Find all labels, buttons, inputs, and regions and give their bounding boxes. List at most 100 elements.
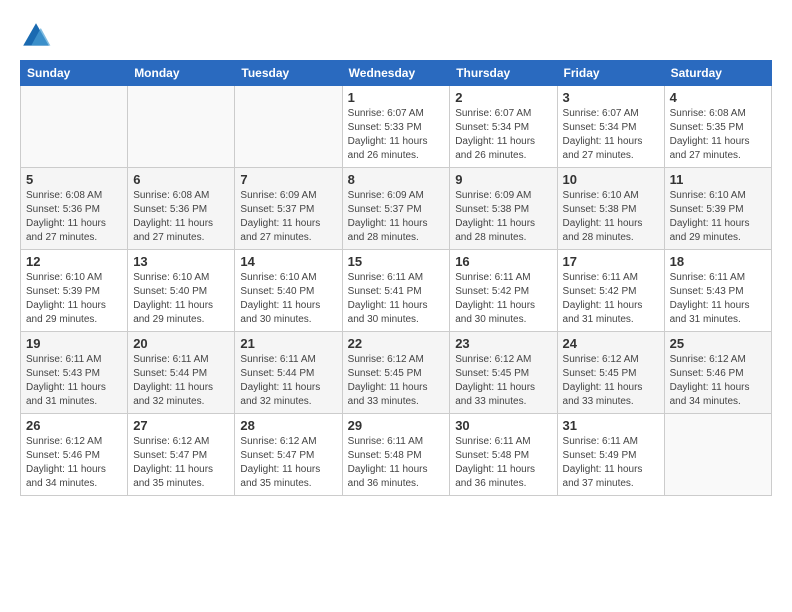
calendar-cell (21, 86, 128, 168)
day-info: Sunrise: 6:09 AMSunset: 5:37 PMDaylight:… (348, 189, 445, 245)
day-number: 18 (670, 254, 766, 269)
day-info: Sunrise: 6:11 AMSunset: 5:42 PMDaylight:… (563, 271, 659, 327)
day-info: Sunrise: 6:11 AMSunset: 5:44 PMDaylight:… (240, 353, 336, 409)
day-number: 16 (455, 254, 551, 269)
header (20, 16, 772, 52)
day-number: 13 (133, 254, 229, 269)
calendar-cell: 25Sunrise: 6:12 AMSunset: 5:46 PMDayligh… (664, 332, 771, 414)
day-number: 30 (455, 418, 551, 433)
day-info: Sunrise: 6:10 AMSunset: 5:38 PMDaylight:… (563, 189, 659, 245)
day-number: 27 (133, 418, 229, 433)
weekday-header: Saturday (664, 61, 771, 86)
day-info: Sunrise: 6:11 AMSunset: 5:43 PMDaylight:… (670, 271, 766, 327)
weekday-header: Wednesday (342, 61, 450, 86)
day-info: Sunrise: 6:10 AMSunset: 5:40 PMDaylight:… (133, 271, 229, 327)
day-info: Sunrise: 6:11 AMSunset: 5:43 PMDaylight:… (26, 353, 122, 409)
day-number: 7 (240, 172, 336, 187)
calendar-week-row: 19 Sunrise: 6:11 AMSunset: 5:43 PMDayligh… (21, 332, 772, 414)
day-number: 11 (670, 172, 766, 187)
day-number: 12 (26, 254, 122, 269)
day-number: 1 (348, 90, 445, 105)
day-info: Sunrise: 6:07 AMSunset: 5:34 PMDaylight:… (455, 107, 551, 163)
day-number: 24 (563, 336, 659, 351)
calendar-cell: 3Sunrise: 6:07 AMSunset: 5:34 PMDaylight… (557, 86, 664, 168)
day-number: 22 (348, 336, 445, 351)
day-info: Sunrise: 6:08 AMSunset: 5:36 PMDaylight:… (133, 189, 229, 245)
calendar: SundayMondayTuesdayWednesdayThursdayFrid… (20, 60, 772, 496)
calendar-cell: 10 Sunrise: 6:10 AMSunset: 5:38 PMDayligh… (557, 168, 664, 250)
day-number: 4 (670, 90, 766, 105)
day-number: 19 (26, 336, 122, 351)
day-number: 14 (240, 254, 336, 269)
day-info: Sunrise: 6:08 AMSunset: 5:35 PMDaylight:… (670, 107, 766, 163)
calendar-cell: 14 Sunrise: 6:10 AMSunset: 5:40 PMDayligh… (235, 250, 342, 332)
calendar-cell: 4 Sunrise: 6:08 AMSunset: 5:35 PMDaylight… (664, 86, 771, 168)
day-number: 17 (563, 254, 659, 269)
calendar-cell: 27 Sunrise: 6:12 AMSunset: 5:47 PMDayligh… (128, 414, 235, 496)
calendar-cell (235, 86, 342, 168)
day-info: Sunrise: 6:12 AMSunset: 5:47 PMDaylight:… (240, 435, 336, 491)
weekday-header: Friday (557, 61, 664, 86)
calendar-cell: 1 Sunrise: 6:07 AMSunset: 5:33 PMDaylight… (342, 86, 450, 168)
day-info: Sunrise: 6:12 AMSunset: 5:45 PMDaylight:… (455, 353, 551, 409)
calendar-cell: 23 Sunrise: 6:12 AMSunset: 5:45 PMDayligh… (450, 332, 557, 414)
day-info: Sunrise: 6:10 AMSunset: 5:39 PMDaylight:… (670, 189, 766, 245)
calendar-cell: 20 Sunrise: 6:11 AMSunset: 5:44 PMDayligh… (128, 332, 235, 414)
calendar-cell (664, 414, 771, 496)
calendar-cell: 19 Sunrise: 6:11 AMSunset: 5:43 PMDayligh… (21, 332, 128, 414)
calendar-cell: 26 Sunrise: 6:12 AMSunset: 5:46 PMDayligh… (21, 414, 128, 496)
day-info: Sunrise: 6:09 AMSunset: 5:38 PMDaylight:… (455, 189, 551, 245)
calendar-week-row: 5 Sunrise: 6:08 AMSunset: 5:36 PMDaylight… (21, 168, 772, 250)
calendar-cell: 9 Sunrise: 6:09 AMSunset: 5:38 PMDaylight… (450, 168, 557, 250)
day-number: 10 (563, 172, 659, 187)
calendar-cell: 2Sunrise: 6:07 AMSunset: 5:34 PMDaylight… (450, 86, 557, 168)
calendar-cell (128, 86, 235, 168)
calendar-cell: 15Sunrise: 6:11 AMSunset: 5:41 PMDayligh… (342, 250, 450, 332)
logo-icon (20, 20, 52, 52)
calendar-week-row: 26 Sunrise: 6:12 AMSunset: 5:46 PMDayligh… (21, 414, 772, 496)
calendar-cell: 30 Sunrise: 6:11 AMSunset: 5:48 PMDayligh… (450, 414, 557, 496)
day-info: Sunrise: 6:10 AMSunset: 5:40 PMDaylight:… (240, 271, 336, 327)
day-info: Sunrise: 6:12 AMSunset: 5:45 PMDaylight:… (348, 353, 445, 409)
day-number: 20 (133, 336, 229, 351)
day-info: Sunrise: 6:12 AMSunset: 5:46 PMDaylight:… (26, 435, 122, 491)
day-number: 5 (26, 172, 122, 187)
calendar-cell: 5 Sunrise: 6:08 AMSunset: 5:36 PMDaylight… (21, 168, 128, 250)
day-info: Sunrise: 6:11 AMSunset: 5:49 PMDaylight:… (563, 435, 659, 491)
day-info: Sunrise: 6:08 AMSunset: 5:36 PMDaylight:… (26, 189, 122, 245)
day-info: Sunrise: 6:07 AMSunset: 5:33 PMDaylight:… (348, 107, 445, 163)
page: SundayMondayTuesdayWednesdayThursdayFrid… (0, 0, 792, 612)
day-info: Sunrise: 6:11 AMSunset: 5:48 PMDaylight:… (348, 435, 445, 491)
day-info: Sunrise: 6:11 AMSunset: 5:41 PMDaylight:… (348, 271, 445, 327)
calendar-cell: 8 Sunrise: 6:09 AMSunset: 5:37 PMDaylight… (342, 168, 450, 250)
calendar-cell: 12Sunrise: 6:10 AMSunset: 5:39 PMDayligh… (21, 250, 128, 332)
day-number: 28 (240, 418, 336, 433)
day-number: 23 (455, 336, 551, 351)
day-info: Sunrise: 6:07 AMSunset: 5:34 PMDaylight:… (563, 107, 659, 163)
weekday-header: Thursday (450, 61, 557, 86)
calendar-cell: 18 Sunrise: 6:11 AMSunset: 5:43 PMDayligh… (664, 250, 771, 332)
day-number: 31 (563, 418, 659, 433)
day-number: 6 (133, 172, 229, 187)
calendar-cell: 22 Sunrise: 6:12 AMSunset: 5:45 PMDayligh… (342, 332, 450, 414)
day-number: 8 (348, 172, 445, 187)
day-number: 25 (670, 336, 766, 351)
day-number: 26 (26, 418, 122, 433)
calendar-cell: 16 Sunrise: 6:11 AMSunset: 5:42 PMDayligh… (450, 250, 557, 332)
weekday-header: Sunday (21, 61, 128, 86)
calendar-cell: 7Sunrise: 6:09 AMSunset: 5:37 PMDaylight… (235, 168, 342, 250)
day-number: 9 (455, 172, 551, 187)
calendar-cell: 31 Sunrise: 6:11 AMSunset: 5:49 PMDayligh… (557, 414, 664, 496)
calendar-cell: 17 Sunrise: 6:11 AMSunset: 5:42 PMDayligh… (557, 250, 664, 332)
logo (20, 20, 56, 52)
weekday-header-row: SundayMondayTuesdayWednesdayThursdayFrid… (21, 61, 772, 86)
day-info: Sunrise: 6:12 AMSunset: 5:45 PMDaylight:… (563, 353, 659, 409)
calendar-cell: 13 Sunrise: 6:10 AMSunset: 5:40 PMDayligh… (128, 250, 235, 332)
day-info: Sunrise: 6:11 AMSunset: 5:42 PMDaylight:… (455, 271, 551, 327)
calendar-cell: 24 Sunrise: 6:12 AMSunset: 5:45 PMDayligh… (557, 332, 664, 414)
calendar-cell: 28 Sunrise: 6:12 AMSunset: 5:47 PMDayligh… (235, 414, 342, 496)
day-info: Sunrise: 6:11 AMSunset: 5:48 PMDaylight:… (455, 435, 551, 491)
day-info: Sunrise: 6:11 AMSunset: 5:44 PMDaylight:… (133, 353, 229, 409)
day-info: Sunrise: 6:12 AMSunset: 5:47 PMDaylight:… (133, 435, 229, 491)
weekday-header: Tuesday (235, 61, 342, 86)
